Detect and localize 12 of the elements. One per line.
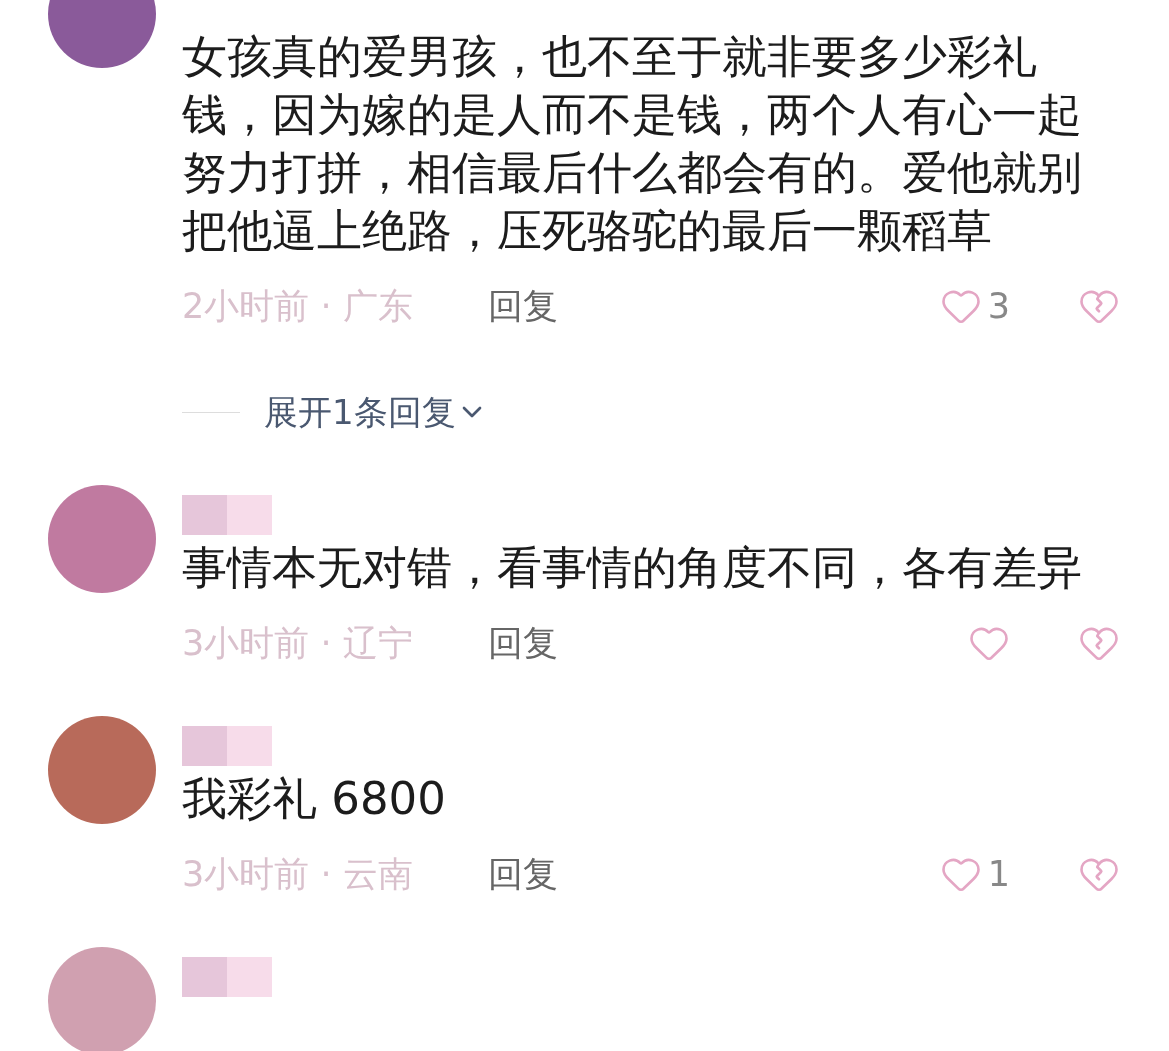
time-location: 3小时前 · 云南 xyxy=(182,852,414,896)
reply-link[interactable]: 回复 xyxy=(488,847,558,901)
comment-text: 我彩礼 6800 xyxy=(182,771,447,827)
expand-replies-link[interactable]: 展开1条回复 xyxy=(264,386,488,438)
comment-text: 女孩真的爱男孩，也不至于就非要多少彩礼钱，因为嫁的是人而不是钱，两个人有心一起努力打拼，相信最后什么都会有的。爱他就别把他逼上绝路，压死骆驼的最后一颗稻草 xyxy=(182,29,1083,259)
reply-link[interactable]: 回复 xyxy=(488,616,558,670)
reply-link[interactable]: 回复 xyxy=(488,279,558,333)
like-button[interactable]: 1 xyxy=(939,847,1010,901)
like-button[interactable]: 3 xyxy=(939,279,1010,333)
comment-text: 事情本无对错，看事情的角度不同，各有差异 xyxy=(182,540,1083,596)
time-location: 3小时前 · 辽宁 xyxy=(182,621,414,665)
time-location: 2小时前 · 广东 xyxy=(182,284,414,328)
